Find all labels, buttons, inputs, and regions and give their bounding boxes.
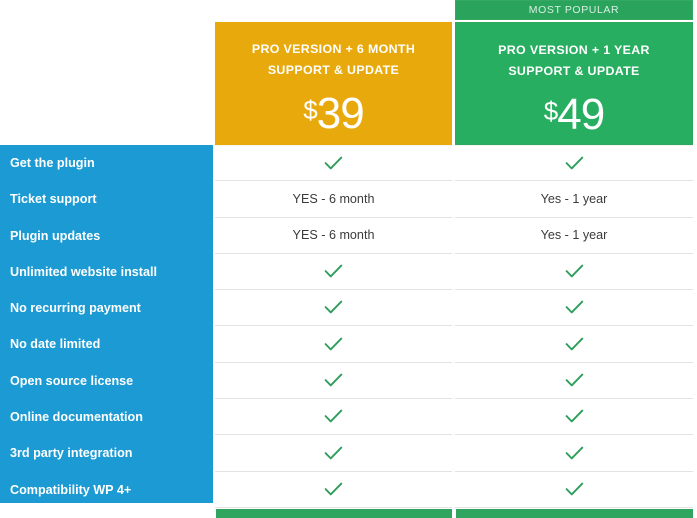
check-icon: [565, 156, 584, 171]
check-icon: [324, 373, 343, 388]
cell-check: [455, 399, 693, 436]
value-column-popular: Yes - 1 year Yes - 1 year: [455, 145, 693, 508]
check-icon: [324, 409, 343, 424]
plan-header-standard[interactable]: PRO VERSION + 6 MONTH SUPPORT & UPDATE $…: [215, 22, 452, 145]
cell-check: [455, 145, 693, 182]
feature-label: Ticket support: [10, 192, 97, 207]
plan-price-popular: $49: [456, 93, 692, 137]
cell-check: [455, 326, 693, 363]
cell-text: YES - 6 month: [215, 217, 452, 254]
cell-text: Yes - 1 year: [455, 181, 693, 218]
cell-check: [215, 253, 452, 291]
check-icon: [324, 156, 343, 171]
check-icon: [324, 337, 343, 352]
check-icon: [324, 446, 343, 461]
feature-label: Plugin updates: [10, 228, 101, 243]
value-column-standard: YES - 6 month YES - 6 month: [215, 145, 452, 508]
cta-button-popular[interactable]: [456, 509, 693, 518]
plan-title-popular: PRO VERSION + 1 YEAR SUPPORT & UPDATE: [456, 23, 692, 82]
cell-check: [455, 435, 693, 472]
feature-sidebar: Get the plugin Ticket support Plugin updat…: [0, 145, 213, 503]
plan-title-standard-line1: PRO VERSION + 6 MONTH: [251, 42, 416, 56]
cell-check: [215, 326, 452, 363]
plan-price-standard: $39: [215, 92, 452, 136]
check-icon: [565, 264, 584, 279]
feature-label: No recurring payment: [10, 301, 141, 316]
feature-label: Compatibility WP 4+: [10, 482, 132, 497]
check-icon: [565, 482, 584, 497]
check-icon: [565, 446, 584, 461]
feature-label: Unlimited website install: [10, 264, 157, 279]
cell-check: [215, 145, 452, 182]
feature-label: No date limited: [10, 337, 101, 352]
cell-check: [455, 253, 693, 291]
feature-label: Open source license: [10, 373, 134, 388]
plan-title-standard-line2: SUPPORT & UPDATE: [267, 63, 400, 77]
plan-header-popular[interactable]: PRO VERSION + 1 YEAR SUPPORT & UPDATE $4…: [455, 22, 693, 145]
check-icon: [565, 337, 584, 352]
cta-button-standard[interactable]: [216, 509, 452, 518]
plan-title-popular-line2: SUPPORT & UPDATE: [508, 64, 640, 78]
cell-text: Yes - 1 year: [455, 217, 693, 254]
cell-text: YES - 6 month: [215, 181, 452, 218]
cell-check: [455, 471, 693, 508]
plan-amount-standard: 39: [316, 89, 365, 138]
plan-currency-standard: $: [303, 95, 318, 125]
check-icon: [565, 409, 584, 424]
plan-title-popular-line1: PRO VERSION + 1 YEAR: [498, 43, 650, 57]
cell-check: [215, 290, 452, 327]
pricing-table: MOST POPULAR PRO VERSION + 6 MONTH SUPPO…: [0, 0, 697, 518]
cell-check: [215, 399, 452, 436]
plan-currency-popular: $: [543, 96, 559, 126]
cell-check: [215, 435, 452, 472]
feature-label: Online documentation: [10, 410, 143, 425]
cell-check: [455, 290, 693, 327]
plan-title-standard: PRO VERSION + 6 MONTH SUPPORT & UPDATE: [215, 22, 452, 81]
cell-check: [215, 471, 452, 508]
most-popular-badge: MOST POPULAR: [455, 0, 693, 20]
check-icon: [324, 264, 343, 279]
feature-label: Get the plugin: [10, 156, 95, 170]
feature-label: 3rd party integration: [10, 446, 133, 461]
plan-amount-popular: 49: [557, 90, 605, 139]
cell-check: [455, 362, 693, 400]
check-icon: [324, 300, 343, 315]
check-icon: [324, 482, 343, 497]
cell-check: [215, 362, 452, 400]
check-icon: [565, 373, 584, 388]
check-icon: [565, 300, 584, 315]
